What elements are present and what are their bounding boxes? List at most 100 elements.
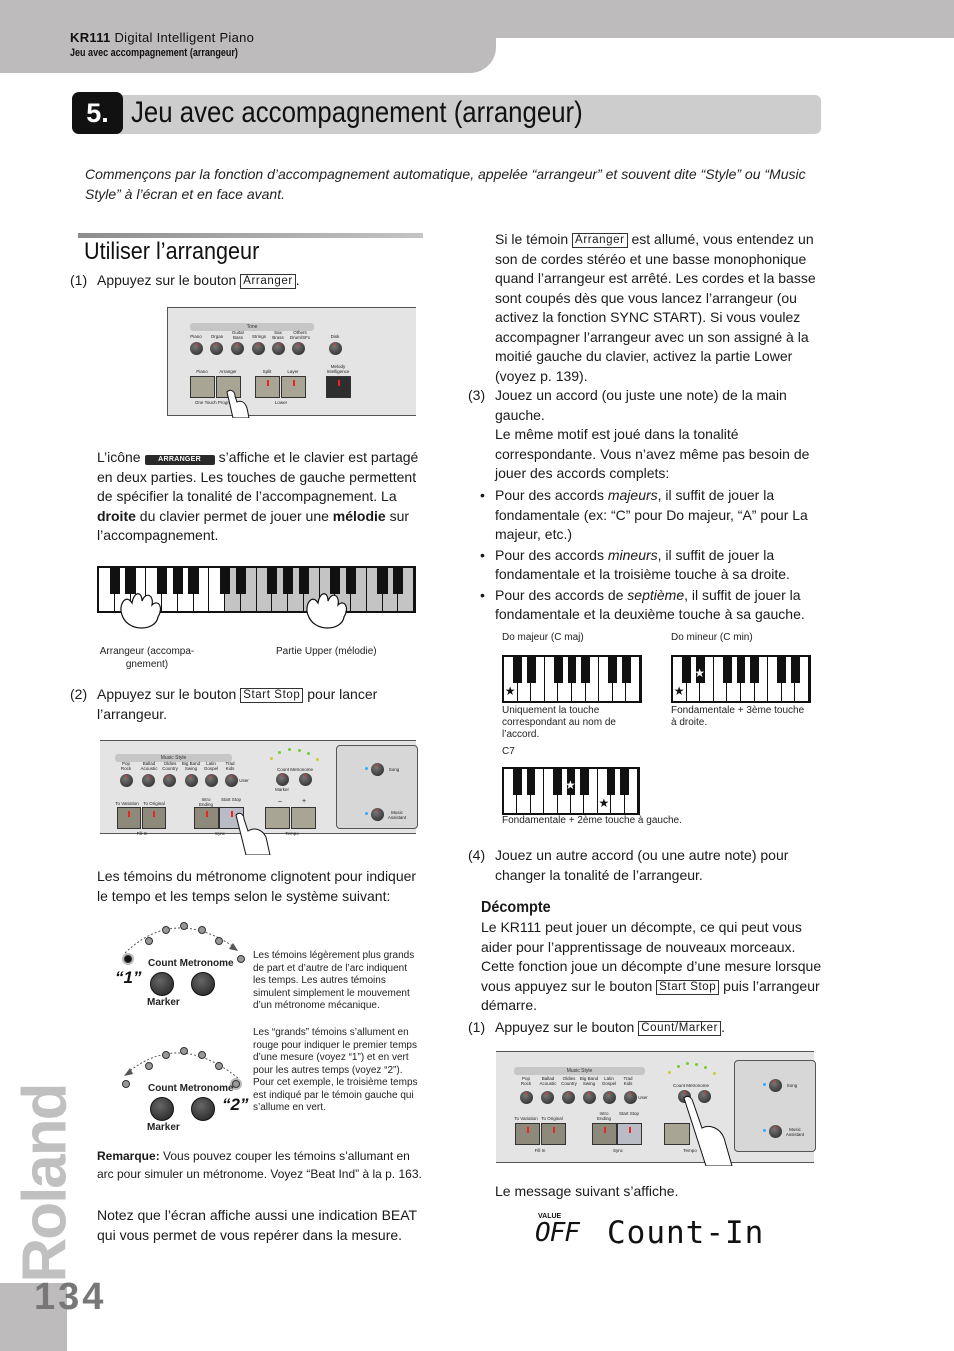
- tone-knob-piano[interactable]: [190, 342, 203, 355]
- to-original-button[interactable]: [142, 807, 166, 829]
- metronome-arc-2: [124, 1052, 239, 1079]
- start-stop-label: Start Stop: [220, 797, 241, 802]
- punct: .: [721, 1019, 725, 1035]
- song-knob[interactable]: [769, 1079, 782, 1092]
- fill-label: To Original: [143, 801, 165, 806]
- black-key: [620, 769, 629, 796]
- black-key: [553, 769, 562, 796]
- pointing-hand-icon: [235, 812, 271, 855]
- to-variation-button[interactable]: [117, 807, 141, 829]
- tone-knob-sax-brass[interactable]: [272, 342, 285, 355]
- count-marker-button-label: Count/Marker: [638, 1021, 722, 1036]
- split-button[interactable]: [255, 376, 280, 398]
- tone-knob-organ[interactable]: [210, 342, 223, 355]
- remark-paragraph: Remarque: Vous pouvez couper les témoins…: [97, 1148, 422, 1183]
- intro-ending-button[interactable]: [592, 1123, 617, 1145]
- count-metronome-label: Count Metronome: [148, 1083, 234, 1094]
- music-assistant-knob[interactable]: [769, 1125, 782, 1138]
- tone-knob-others[interactable]: [292, 342, 305, 355]
- metronome-led: [215, 1062, 223, 1070]
- remark-label: Remarque:: [97, 1149, 160, 1163]
- style-knob-oldies[interactable]: [163, 774, 176, 787]
- tone-knob-guitar-bass[interactable]: [231, 342, 244, 355]
- music-assistant-knob[interactable]: [371, 808, 384, 821]
- count-metronome-label: Count Metronome: [672, 1083, 710, 1088]
- tone-label: Strings: [251, 334, 266, 339]
- chord-key-star-icon: ★: [565, 778, 576, 793]
- metronome-led: [704, 1066, 707, 1069]
- style-knob-latin[interactable]: [205, 774, 218, 787]
- punct: .: [295, 272, 300, 288]
- black-key: [393, 568, 404, 594]
- style-knob-oldies[interactable]: [562, 1091, 575, 1104]
- chord-minor-keyboard: ★ ★: [671, 655, 811, 703]
- start-stop-button[interactable]: [617, 1123, 642, 1145]
- bullet-icon: •: [480, 546, 485, 563]
- step-text: Jouez un autre accord (ou une autre note…: [495, 847, 789, 883]
- tone-knob-strings[interactable]: [252, 342, 265, 355]
- beat-led-red: [124, 955, 132, 963]
- to-variation-button[interactable]: [515, 1123, 540, 1145]
- melody-intelligence-button[interactable]: [326, 376, 351, 398]
- intro-ending-label: Intro Ending: [198, 797, 213, 807]
- button-label: Layer: [287, 369, 299, 374]
- song-label: Song: [388, 767, 400, 772]
- count-marker-button[interactable]: [150, 1097, 174, 1121]
- style-knob-latin[interactable]: [603, 1091, 616, 1104]
- style-knob-ballad[interactable]: [142, 774, 155, 787]
- black-key: [581, 657, 590, 684]
- text: Pour des accords de: [495, 586, 624, 603]
- song-knob[interactable]: [371, 763, 384, 776]
- metronome-led: [180, 1047, 188, 1055]
- minus-label: –: [278, 798, 282, 805]
- metronome-arc-1: [124, 927, 238, 954]
- metronome-note-1: Les témoins légèrement plus grands de pa…: [253, 950, 415, 1011]
- step-number: (1): [70, 272, 88, 288]
- style-knob-trad[interactable]: [225, 774, 238, 787]
- black-key: [219, 568, 231, 594]
- style-knob-trad[interactable]: [624, 1091, 637, 1104]
- marker-label: Marker: [147, 997, 180, 1008]
- metronome-knob[interactable]: [299, 773, 312, 786]
- intro-ending-button[interactable]: [194, 807, 219, 829]
- disk-knob[interactable]: [329, 342, 342, 355]
- count-marker-button[interactable]: [150, 972, 174, 996]
- metronome-led: [162, 926, 170, 934]
- fill-in-label: Fill In: [534, 1148, 546, 1153]
- song-panel: Song Music Assistant: [336, 745, 418, 829]
- style-knob-ballad[interactable]: [541, 1091, 554, 1104]
- metronome-button[interactable]: [191, 1097, 215, 1121]
- music-assistant-led: [763, 1129, 766, 1132]
- style-label: Big Band Swing: [181, 761, 201, 771]
- step-number: (4): [468, 847, 486, 863]
- chord-major-caption: Uniquement la touche correspondant au no…: [502, 705, 616, 740]
- step-text: Appuyez sur le bouton: [97, 272, 237, 288]
- black-key: [526, 769, 536, 796]
- count-marker-knob[interactable]: [276, 773, 289, 786]
- text: Si le témoin: [495, 231, 569, 247]
- emphasis: majeurs: [607, 487, 658, 503]
- to-original-button[interactable]: [541, 1123, 566, 1145]
- metronome-button[interactable]: [191, 972, 215, 996]
- metronome-led: [162, 1051, 170, 1059]
- black-key: [188, 568, 199, 594]
- style-label: Trad Kids: [623, 1076, 633, 1086]
- metronome-led: [713, 1072, 716, 1075]
- intro-ending-label: Intro Ending: [596, 1111, 611, 1121]
- step-number: (3): [468, 387, 486, 403]
- beat-led: [122, 1080, 130, 1088]
- button-label: Arranger: [219, 369, 237, 374]
- style-label: Oldies Country: [162, 761, 178, 771]
- style-knob-pop-rock[interactable]: [120, 774, 133, 787]
- style-knob-big-band[interactable]: [583, 1091, 596, 1104]
- melody-label: Melody Intelligence: [326, 364, 350, 374]
- style-knob-pop-rock[interactable]: [520, 1091, 533, 1104]
- piano-button[interactable]: [190, 376, 215, 398]
- style-knob-big-band[interactable]: [185, 774, 198, 787]
- sync-label: Sync: [214, 831, 225, 836]
- user-label: User: [239, 778, 249, 783]
- layer-button[interactable]: [281, 376, 306, 398]
- lower-label: Lower: [274, 400, 288, 405]
- beat-2-label: “2”: [222, 1095, 249, 1114]
- tempo-plus-button[interactable]: [291, 807, 316, 829]
